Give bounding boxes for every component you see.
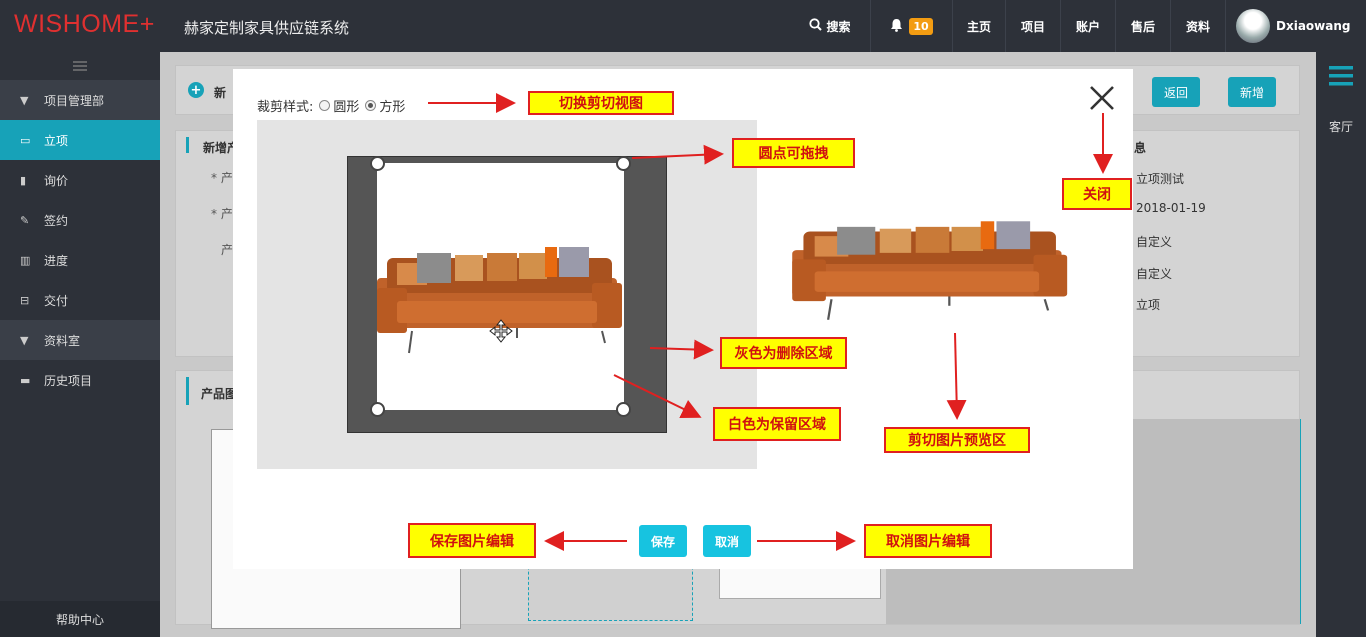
radio-circle-option[interactable]: 圆形 [319, 96, 359, 115]
annotation-preview-area: 剪切图片预览区 [884, 427, 1030, 453]
page-header-partial: 新 [214, 86, 227, 100]
radio-square-option[interactable]: 方形 [365, 96, 405, 115]
nav-accounts[interactable]: 账户 [1060, 0, 1115, 52]
sidebar-item-history[interactable]: ▬ 历史项目 [0, 360, 160, 400]
add-button[interactable]: 新增 [1228, 77, 1276, 107]
info-title-partial: 息 [1134, 141, 1147, 155]
inbox-icon: ⊟ [20, 293, 30, 307]
search-icon [809, 18, 823, 34]
info-value: 自定义 [1136, 267, 1173, 281]
sidebar: ▼ 项目管理部 ▭ 立项 ▮ 询价 ✎ 签约 ▥ 进度 ⊟ 交付 ▼ 资料室 ▬ 历史项目 帮助… [0, 52, 160, 637]
annotation-close: 关闭 [1062, 178, 1132, 210]
back-button[interactable]: 返回 [1152, 77, 1200, 107]
field-label-partial: 产 [221, 243, 234, 257]
hamburger-icon[interactable] [1329, 66, 1353, 89]
radio-option-label: 方形 [379, 100, 406, 115]
annotation-white-area: 白色为保留区域 [713, 407, 841, 441]
image-panel-title-partial: 产品图 [201, 387, 238, 401]
sidebar-item-delivery[interactable]: ⊟ 交付 [0, 280, 160, 320]
crop-handle-bottom-left[interactable] [370, 402, 385, 417]
document-icon: ▮ [20, 173, 27, 187]
annotation-drag-dots: 圆点可拖拽 [732, 138, 855, 168]
sidebar-item-label: 立项 [44, 133, 69, 148]
field-label-partial: * 产 [211, 207, 233, 221]
top-bar: WISHOME+ 赫家定制家具供应链系统 搜索 10 主页 项目 账户 售后 资… [0, 0, 1366, 52]
help-center-link[interactable]: 帮助中心 [0, 601, 160, 637]
close-icon[interactable] [1089, 85, 1115, 111]
sidebar-item-label: 资料室 [44, 333, 81, 348]
sidebar-item-label: 项目管理部 [44, 93, 105, 108]
radio-option-label: 圆形 [333, 100, 360, 115]
nav-home[interactable]: 主页 [952, 0, 1005, 52]
info-value: 立项测试 [1136, 172, 1185, 186]
add-circle-icon: + [188, 82, 204, 98]
radio-unchecked-icon [319, 100, 331, 111]
crop-canvas [257, 120, 757, 469]
annotation-gray-area: 灰色为删除区域 [720, 337, 847, 369]
sidebar-group-archive[interactable]: ▼ 资料室 [0, 320, 160, 360]
notification-count-badge: 10 [909, 17, 933, 35]
info-value: 自定义 [1136, 235, 1173, 249]
move-icon[interactable] [489, 319, 513, 346]
crop-handle-top-left[interactable] [370, 156, 385, 171]
crop-preview [781, 199, 1084, 329]
living-room-label[interactable]: 客厅 [1316, 118, 1366, 135]
user-menu[interactable]: Dxiaowang [1225, 0, 1366, 52]
info-value: 立项 [1136, 298, 1161, 312]
save-button[interactable]: 保存 [639, 525, 687, 557]
crop-style-label: 裁剪样式: [257, 100, 314, 115]
search-button[interactable]: 搜索 [795, 0, 865, 52]
annotation-save-edit: 保存图片编辑 [408, 523, 536, 558]
sidebar-item-label: 询价 [44, 173, 69, 188]
image-crop-modal: 裁剪样式: 圆形 方形 保存 取消 [233, 69, 1133, 569]
cancel-button[interactable]: 取消 [703, 525, 751, 557]
sidebar-item-label: 进度 [44, 253, 69, 268]
menu-toggle-icon[interactable] [0, 52, 160, 80]
nav-after-sales[interactable]: 售后 [1115, 0, 1170, 52]
notification-button[interactable]: 10 [870, 0, 952, 52]
bar-chart-icon: ▥ [20, 253, 31, 267]
annotation-switch-view: 切换剪切视图 [528, 91, 674, 115]
sidebar-item-label: 签约 [44, 213, 69, 228]
caret-down-icon: ▼ [20, 333, 29, 347]
search-label: 搜索 [826, 19, 851, 34]
nav-materials[interactable]: 资料 [1170, 0, 1225, 52]
info-value: 2018-01-19 [1136, 201, 1206, 215]
calendar-icon: ▭ [20, 133, 31, 147]
edit-icon: ✎ [20, 213, 30, 227]
section-marker [186, 137, 189, 153]
bell-icon [890, 18, 903, 35]
crop-handle-top-right[interactable] [616, 156, 631, 171]
radio-checked-icon [365, 100, 377, 111]
sidebar-item-contract[interactable]: ✎ 签约 [0, 200, 160, 240]
caret-down-icon: ▼ [20, 93, 29, 107]
crop-handle-bottom-right[interactable] [616, 402, 631, 417]
crop-style-selector: 裁剪样式: 圆形 方形 [257, 96, 405, 115]
sidebar-item-label: 交付 [44, 293, 69, 308]
sidebar-group-project-management[interactable]: ▼ 项目管理部 [0, 80, 160, 120]
nav-projects[interactable]: 项目 [1005, 0, 1060, 52]
section-marker [186, 377, 189, 405]
right-sidebar: 客厅 [1316, 52, 1366, 637]
logo[interactable]: WISHOME+ [14, 10, 155, 39]
folder-icon: ▬ [20, 373, 31, 387]
crop-selection-kept-area[interactable] [377, 163, 624, 410]
field-label-partial: * 产 [211, 171, 233, 185]
username: Dxiaowang [1276, 19, 1351, 33]
annotation-cancel-edit: 取消图片编辑 [864, 524, 992, 558]
sidebar-item-project-setup[interactable]: ▭ 立项 [0, 120, 160, 160]
sidebar-item-progress[interactable]: ▥ 进度 [0, 240, 160, 280]
system-title: 赫家定制家具供应链系统 [184, 19, 350, 37]
avatar [1236, 9, 1270, 43]
sidebar-item-inquiry[interactable]: ▮ 询价 [0, 160, 160, 200]
sidebar-item-label: 历史项目 [44, 373, 93, 388]
